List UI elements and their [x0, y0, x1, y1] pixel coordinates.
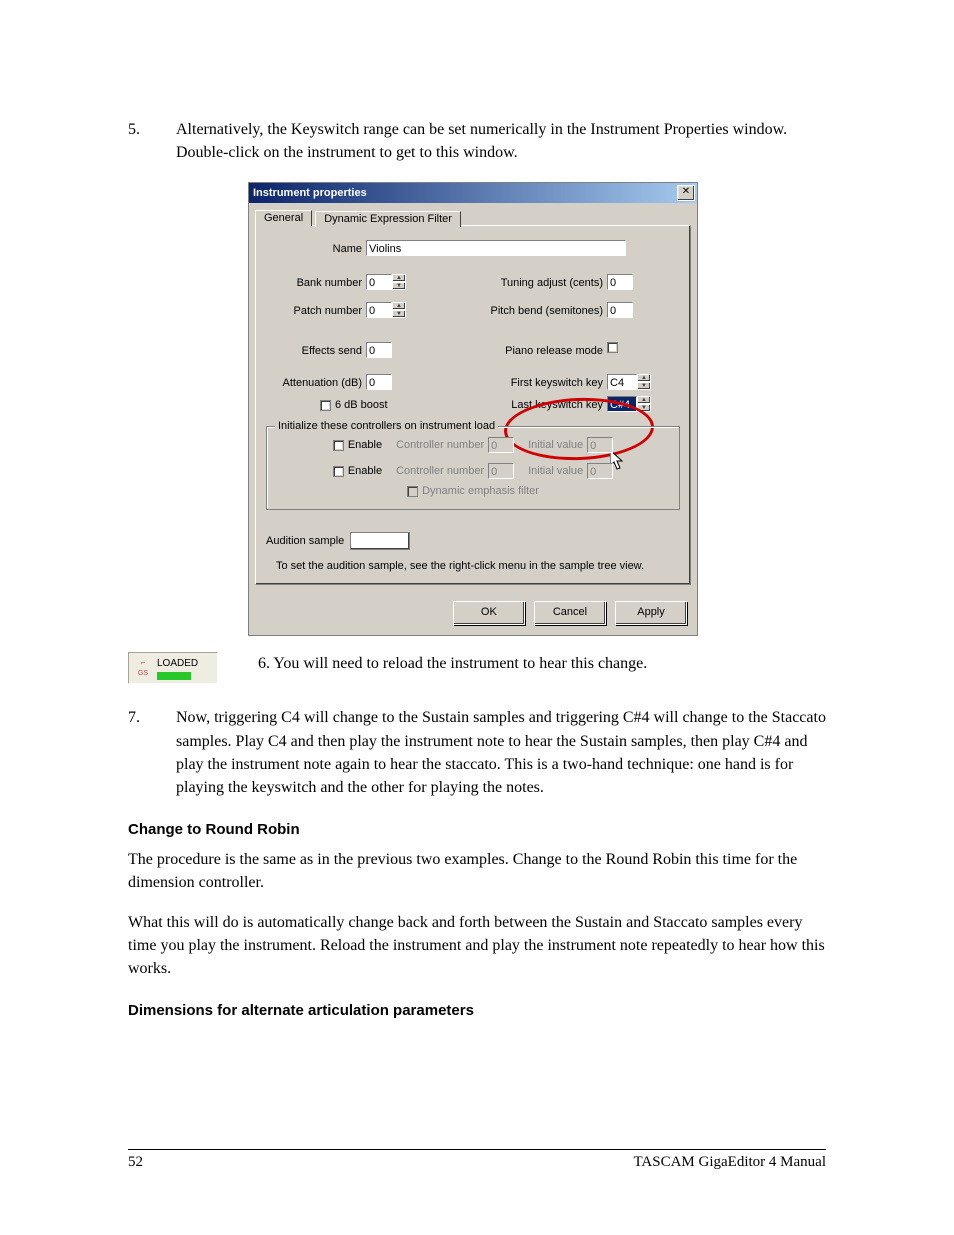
piano-release-mode-label: Piano release mode [485, 342, 607, 360]
step-5-number: 5. [128, 118, 176, 164]
step-7-number: 7. [128, 706, 176, 799]
page-number: 52 [128, 1154, 143, 1171]
close-button[interactable]: ✕ [677, 185, 695, 201]
bank-number-label: Bank number [266, 274, 366, 292]
instrument-properties-dialog: Instrument properties ✕ General Dynamic … [248, 182, 698, 636]
initialize-controllers-group: Initialize these controllers on instrume… [266, 426, 680, 510]
name-label: Name [266, 240, 366, 258]
dialog-button-row: OK Cancel Apply [249, 591, 697, 635]
last-keyswitch-label: Last keyswitch key [485, 396, 607, 414]
audition-sample-hint: To set the audition sample, see the righ… [276, 560, 680, 572]
dynamic-emphasis-filter-checkbox [407, 486, 418, 497]
step-7-text: Now, triggering C4 will change to the Su… [176, 706, 826, 799]
dynamic-emphasis-filter-label: Dynamic emphasis filter [422, 485, 539, 497]
six-db-boost-checkbox[interactable] [320, 400, 331, 411]
audition-sample-box[interactable] [350, 532, 410, 550]
six-db-boost-row: 6 dB boost [320, 396, 388, 414]
first-keyswitch-label: First keyswitch key [485, 374, 607, 392]
piano-release-mode-checkbox[interactable] [607, 342, 618, 353]
step-6-text: 6. You will need to reload the instrumen… [258, 652, 826, 675]
dialog-titlebar: Instrument properties ✕ [249, 183, 697, 203]
initial-value-label-1: Initial value [528, 439, 583, 451]
page-footer: 52 TASCAM GigaEditor 4 Manual [0, 1149, 954, 1171]
loaded-badge-icon: ⌐GS [135, 658, 151, 678]
effects-send-input[interactable]: 0 [366, 342, 392, 358]
dialog-title: Instrument properties [253, 187, 367, 199]
pitch-bend-input[interactable]: 0 [607, 302, 633, 318]
tab-general[interactable]: General [255, 210, 312, 226]
first-keyswitch-spinner[interactable]: ▲▼ [637, 374, 651, 390]
tab-panel-general: Name Violins Bank number 0 ▲▼ Tuning adj… [255, 225, 691, 585]
last-keyswitch-spinner[interactable]: ▲▼ [637, 396, 651, 412]
tuning-adjust-label: Tuning adjust (cents) [485, 274, 607, 292]
step-5-text: Alternatively, the Keyswitch range can b… [176, 118, 826, 164]
enable-checkbox-2[interactable] [333, 466, 344, 477]
loaded-badge: ⌐GS LOADED [128, 652, 218, 684]
cancel-button[interactable]: Cancel [534, 601, 606, 625]
attenuation-input[interactable]: 0 [366, 374, 392, 390]
step-5: 5. Alternatively, the Keyswitch range ca… [128, 118, 826, 164]
controller-number-input-1: 0 [488, 437, 514, 453]
heading-dimensions: Dimensions for alternate articulation pa… [128, 1002, 826, 1019]
manual-title: TASCAM GigaEditor 4 Manual [633, 1154, 826, 1171]
initial-value-input-2: 0 [587, 463, 613, 479]
first-keyswitch-input[interactable]: C4 [607, 374, 637, 390]
enable-label-1: Enable [348, 439, 382, 451]
initialize-controllers-legend: Initialize these controllers on instrume… [275, 420, 498, 432]
heading-round-robin: Change to Round Robin [128, 821, 826, 838]
pitch-bend-label: Pitch bend (semitones) [485, 302, 607, 320]
controller-number-label-2: Controller number [396, 465, 484, 477]
para-round-robin-2: What this will do is automatically chang… [128, 911, 826, 981]
loaded-badge-bar [157, 672, 191, 680]
bank-number-spinner[interactable]: ▲▼ [392, 274, 406, 290]
bank-number-input[interactable]: 0 [366, 274, 392, 290]
last-keyswitch-input[interactable]: C#4 [607, 396, 637, 412]
enable-checkbox-1[interactable] [333, 440, 344, 451]
initial-value-label-2: Initial value [528, 465, 583, 477]
effects-send-label: Effects send [266, 342, 366, 360]
step-7: 7. Now, triggering C4 will change to the… [128, 706, 826, 799]
controller-number-input-2: 0 [488, 463, 514, 479]
audition-sample-label: Audition sample [266, 532, 350, 550]
patch-number-spinner[interactable]: ▲▼ [392, 302, 406, 318]
apply-button[interactable]: Apply [615, 601, 687, 625]
tab-row: General Dynamic Expression Filter [249, 203, 697, 225]
patch-number-label: Patch number [266, 302, 366, 320]
name-input[interactable]: Violins [366, 240, 626, 256]
para-round-robin-1: The procedure is the same as in the prev… [128, 848, 826, 894]
enable-label-2: Enable [348, 465, 382, 477]
patch-number-input[interactable]: 0 [366, 302, 392, 318]
ok-button[interactable]: OK [453, 601, 525, 625]
step-6-row: ⌐GS LOADED 6. You will need to reload th… [128, 652, 826, 684]
tab-dynamic-expression-filter[interactable]: Dynamic Expression Filter [315, 211, 461, 227]
initial-value-input-1: 0 [587, 437, 613, 453]
tuning-adjust-input[interactable]: 0 [607, 274, 633, 290]
loaded-badge-label: LOADED [157, 657, 198, 672]
six-db-boost-label: 6 dB boost [335, 399, 388, 411]
attenuation-label: Attenuation (dB) [266, 374, 366, 392]
controller-number-label-1: Controller number [396, 439, 484, 451]
